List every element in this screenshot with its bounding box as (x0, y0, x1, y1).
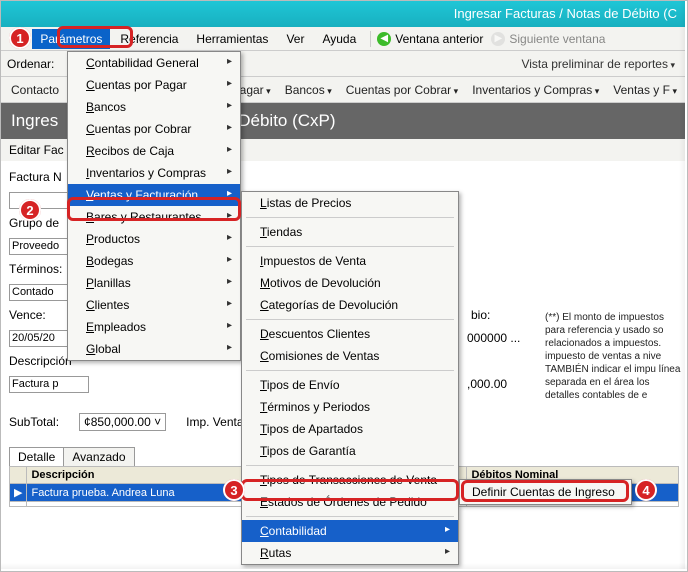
ventana-anterior-label: Ventana anterior (395, 32, 483, 46)
param-menu-item-2[interactable]: Bancos (68, 96, 240, 118)
info-note: (**) El monto de impuestos para referenc… (545, 311, 685, 402)
ventas-submenu-item-14[interactable]: Rutas (242, 542, 458, 564)
contacto-label: Contacto (7, 81, 63, 99)
param-menu-item-1[interactable]: Cuentas por Pagar (68, 74, 240, 96)
menu-item-ver[interactable]: Ver (278, 29, 312, 49)
app-window: Ingresar Facturas / Notas de Débito (C a… (0, 0, 688, 572)
page-header-right: Débito (CxP) (238, 111, 335, 131)
submenu-divider (246, 370, 454, 371)
param-menu-item-12[interactable]: Empleados (68, 316, 240, 338)
ventana-anterior-button[interactable]: ◀ Ventana anterior (377, 32, 483, 46)
param-menu-item-11[interactable]: Clientes (68, 294, 240, 316)
ordenar-label: Ordenar: (7, 57, 54, 71)
menu-item-parametros[interactable]: Parámetros (32, 29, 110, 49)
callout-1-badge: 1 (9, 27, 31, 49)
ventas-submenu-item-3[interactable]: Motivos de Devolución (242, 272, 458, 294)
tb-ventas[interactable]: Ventas y F (609, 81, 681, 99)
param-menu-item-4[interactable]: Recibos de Caja (68, 140, 240, 162)
grupo-label: Grupo de (9, 216, 69, 230)
window-title: Ingresar Facturas / Notas de Débito (C (454, 1, 677, 27)
ventas-submenu-item-6[interactable]: Comisiones de Ventas (242, 345, 458, 367)
siguiente-ventana-label: Siguiente ventana (509, 32, 605, 46)
tab-detalle[interactable]: Detalle (9, 447, 64, 466)
ventas-submenu-item-10[interactable]: Tipos de Garantía (242, 440, 458, 462)
ventas-facturacion-submenu: Listas de Precios Tiendas Impuestos de Ven… (241, 191, 459, 565)
page-header-left: Ingres (11, 111, 58, 131)
factura-no-label: Factura N (9, 170, 69, 184)
vence-label: Vence: (9, 308, 69, 322)
submenu-divider (246, 465, 454, 466)
back-arrow-icon: ◀ (377, 32, 391, 46)
amount-value: ,000.00 (467, 377, 507, 391)
param-menu-item-13[interactable]: Global (68, 338, 240, 360)
tb-inventarios[interactable]: Inventarios y Compras (468, 81, 603, 99)
tab-avanzado[interactable]: Avanzado (63, 447, 134, 466)
param-menu-item-9[interactable]: Bodegas (68, 250, 240, 272)
submenu-divider (246, 217, 454, 218)
param-menu-item-6[interactable]: Ventas y Facturación (68, 184, 240, 206)
ventas-submenu-item-2[interactable]: Impuestos de Venta (242, 250, 458, 272)
param-menu-item-5[interactable]: Inventarios y Compras (68, 162, 240, 184)
ventas-submenu-item-7[interactable]: Tipos de Envío (242, 374, 458, 396)
menu-item-herramientas[interactable]: Herramientas (188, 29, 276, 49)
forward-arrow-icon: ▶ (491, 32, 505, 46)
ventas-submenu-item-11[interactable]: Tipos de Transacciones de Venta (242, 469, 458, 491)
grid-header-selector (10, 467, 27, 484)
descripcion-label: Descripción (9, 354, 69, 368)
subtotal-label: SubTotal: (9, 415, 59, 429)
param-menu-item-10[interactable]: Planillas (68, 272, 240, 294)
num-value: 000000 ... (467, 331, 520, 345)
ventas-submenu-item-5[interactable]: Descuentos Clientes (242, 323, 458, 345)
siguiente-ventana-button[interactable]: ▶ Siguiente ventana (491, 32, 605, 46)
ventas-submenu-item-1[interactable]: Tiendas (242, 221, 458, 243)
contabilidad-submenu: Definir Cuentas de Ingreso (459, 479, 632, 505)
ventas-submenu-item-13[interactable]: Contabilidad (242, 520, 458, 542)
definir-cuentas-ingreso-item[interactable]: Definir Cuentas de Ingreso (462, 482, 629, 502)
menu-bar: al Parámetros Referencia Herramientas Ve… (1, 27, 687, 51)
callout-3-badge: 3 (223, 479, 245, 501)
param-menu-item-8[interactable]: Productos (68, 228, 240, 250)
submenu-divider (246, 516, 454, 517)
callout-4-badge: 4 (635, 479, 657, 501)
param-menu-item-7[interactable]: Bares y Restaurantes (68, 206, 240, 228)
menu-item-referencia[interactable]: Referencia (112, 29, 186, 49)
callout-2-badge: 2 (19, 199, 41, 221)
parametros-menu: Contabilidad GeneralCuentas por PagarBan… (67, 51, 241, 361)
tb-bancos[interactable]: Bancos (281, 81, 336, 99)
tb-cxc[interactable]: Cuentas por Cobrar (342, 81, 462, 99)
bio-label: bio: (471, 308, 490, 322)
terminos-label: Términos: (9, 262, 69, 276)
menu-item-ayuda[interactable]: Ayuda (314, 29, 364, 49)
vista-preliminar-button[interactable]: Vista preliminar de reportes (515, 55, 681, 73)
ventas-submenu-item-4[interactable]: Categorías de Devolución (242, 294, 458, 316)
ventas-submenu-item-12[interactable]: Estados de Órdenes de Pedido (242, 491, 458, 513)
subtotal-value[interactable]: ¢850,000.00 ˅ (79, 413, 166, 431)
ventas-submenu-item-8[interactable]: Términos y Periodos (242, 396, 458, 418)
submenu-divider (246, 246, 454, 247)
descripcion-input[interactable] (9, 376, 89, 393)
ventas-submenu-item-9[interactable]: Tipos de Apartados (242, 418, 458, 440)
title-bar: Ingresar Facturas / Notas de Débito (C (1, 1, 687, 27)
param-menu-item-3[interactable]: Cuentas por Cobrar (68, 118, 240, 140)
row-marker: ▶ (10, 484, 27, 502)
ventas-submenu-item-0[interactable]: Listas de Precios (242, 192, 458, 214)
menu-separator (370, 31, 371, 47)
param-menu-item-0[interactable]: Contabilidad General (68, 52, 240, 74)
submenu-divider (246, 319, 454, 320)
